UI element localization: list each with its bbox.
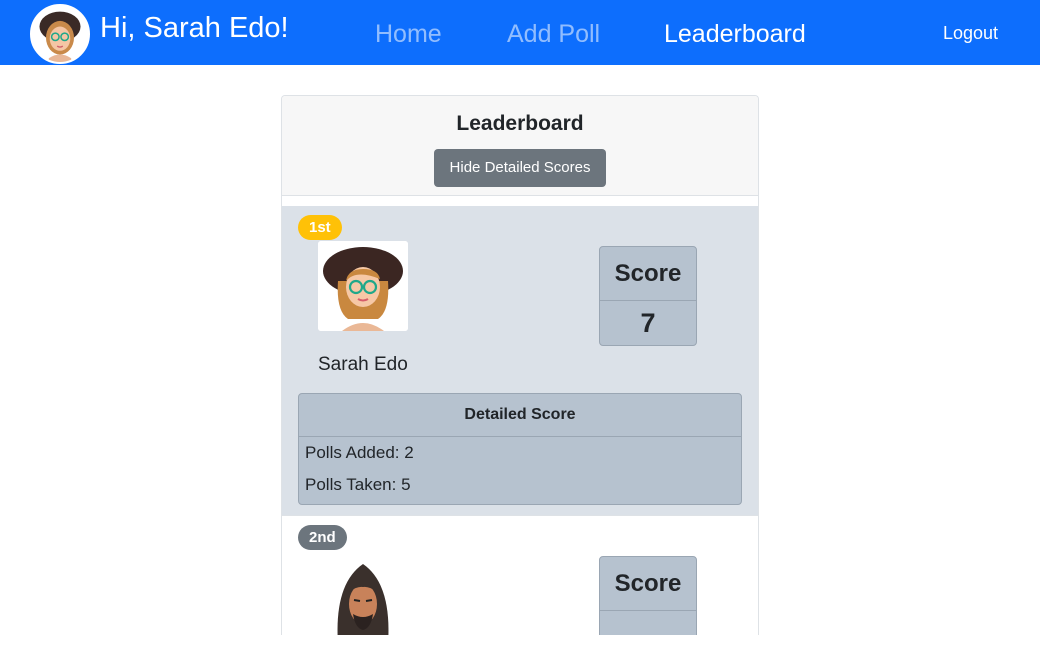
woman-avatar-icon [318, 241, 408, 331]
hide-detailed-scores-button[interactable]: Hide Detailed Scores [434, 149, 606, 187]
nav-link-leaderboard[interactable]: Leaderboard [664, 20, 806, 49]
leaderboard-header: Leaderboard Hide Detailed Scores [282, 96, 758, 196]
navbar: Hi, Sarah Edo! Home Add Poll Leaderboard… [0, 0, 1040, 65]
logout-link[interactable]: Logout [943, 23, 998, 44]
user-name: Sarah Edo [318, 354, 408, 375]
score-value: 7 [640, 308, 656, 338]
polls-added: Polls Added: 2 [305, 443, 414, 462]
man-avatar-icon [318, 554, 408, 635]
user-avatar-icon [30, 4, 90, 64]
score-box: Score 7 [599, 246, 697, 346]
nav-link-add-poll[interactable]: Add Poll [507, 20, 600, 49]
leaderboard-entry: 1st Sarah Edo Score 7 Detailed Score Pol… [282, 206, 758, 516]
greeting-text: Hi, Sarah Edo! [100, 12, 289, 44]
rank-badge: 2nd [298, 525, 347, 550]
nav-link-home[interactable]: Home [375, 20, 442, 49]
leaderboard-entry: 2nd Score [282, 516, 758, 635]
score-label: Score [600, 557, 696, 611]
score-box: Score [599, 556, 697, 635]
leaderboard-card: Leaderboard Hide Detailed Scores 1st Sar… [281, 95, 759, 635]
detailed-score-box: Detailed Score Polls Added: 2 Polls Take… [298, 393, 742, 505]
score-label: Score [600, 247, 696, 301]
polls-taken: Polls Taken: 5 [305, 475, 411, 494]
rank-badge: 1st [298, 215, 342, 240]
detailed-score-title: Detailed Score [299, 394, 741, 437]
leaderboard-title: Leaderboard [456, 112, 584, 135]
